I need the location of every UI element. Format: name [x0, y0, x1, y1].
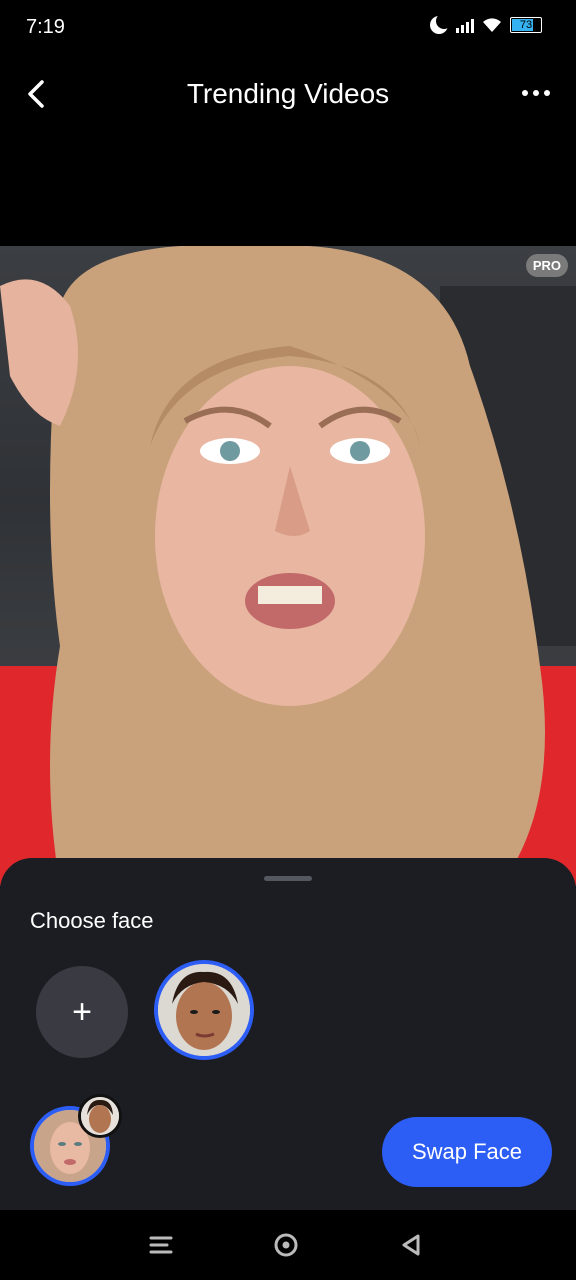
pro-badge: PRO	[525, 254, 568, 277]
battery-level: 73	[519, 19, 533, 31]
do-not-disturb-icon	[430, 13, 452, 34]
video-preview[interactable]: PRO	[0, 246, 576, 886]
video-frame-illustration	[0, 246, 576, 886]
battery-icon: 73	[510, 17, 542, 33]
status-icons: 73	[430, 13, 542, 34]
status-bar: 7:19 73	[0, 0, 576, 56]
page-title: Trending Videos	[186, 78, 390, 109]
system-nav-bar	[0, 1210, 576, 1280]
source-face-avatar	[78, 1094, 122, 1138]
home-icon[interactable]	[271, 1230, 301, 1260]
app-bar: Trending Videos	[0, 56, 576, 132]
face-thumbnail	[158, 964, 250, 1056]
add-face-button[interactable]: +	[36, 966, 128, 1058]
plus-icon: +	[72, 992, 92, 1031]
face-option[interactable]	[154, 960, 254, 1060]
face-picker-sheet: Choose face + Swap Face	[0, 858, 576, 1210]
back-nav-icon[interactable]	[396, 1230, 426, 1260]
sheet-handle[interactable]	[264, 876, 312, 881]
choose-face-label: Choose face	[30, 908, 154, 933]
signal-icon	[456, 17, 474, 33]
status-time: 7:19	[26, 16, 65, 38]
source-face-thumbnail	[81, 1097, 119, 1135]
more-options-icon[interactable]	[516, 80, 556, 106]
swap-face-button[interactable]: Swap Face	[382, 1117, 552, 1187]
wifi-icon	[483, 18, 501, 32]
menu-icon[interactable]	[146, 1230, 176, 1260]
